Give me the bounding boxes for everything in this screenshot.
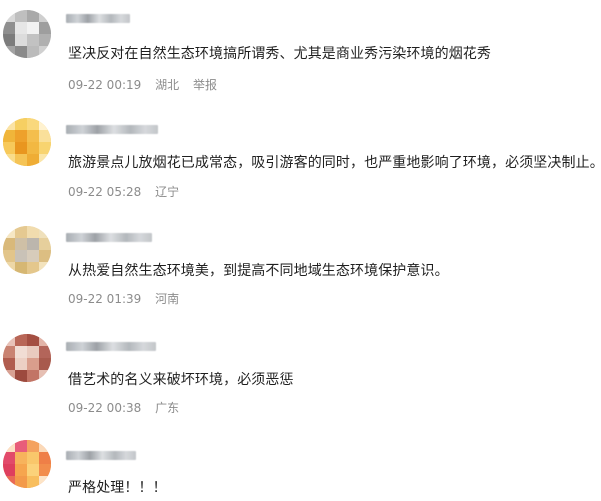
comment-location: 河南 <box>155 292 180 306</box>
avatar[interactable] <box>3 118 51 166</box>
username-redacted[interactable] <box>66 233 152 242</box>
comment-text: 旅游景点儿放烟花已成常态，吸引游客的同时，也严重地影响了环境，必须坚决制止。 <box>68 155 601 171</box>
comment-location: 辽宁 <box>155 185 180 199</box>
avatar[interactable] <box>3 10 51 58</box>
comment-text: 借艺术的名义来破坏环境，必须恶惩 <box>68 372 294 388</box>
comment-location: 广东 <box>155 401 180 415</box>
comment-text: 严格处理！！！ <box>68 480 167 496</box>
comment-meta: 09-22 01:39 河南 <box>68 291 189 307</box>
comment-time: 09-22 01:39 <box>68 292 142 306</box>
comment-item: 坚决反对在自然生态环境搞所谓秀、尤其是商业秀污染环境的烟花秀 09-22 00:… <box>0 0 601 108</box>
comment-time: 09-22 00:38 <box>68 401 142 415</box>
avatar[interactable] <box>3 334 51 382</box>
username-redacted[interactable] <box>66 14 130 23</box>
comment-item: 旅游景点儿放烟花已成常态，吸引游客的同时，也严重地影响了环境，必须坚决制止。 0… <box>0 108 601 216</box>
comment-item: 借艺术的名义来破坏环境，必须恶惩 09-22 00:38 广东 <box>0 324 601 432</box>
comment-meta: 09-22 00:38 广东 <box>68 400 189 416</box>
username-redacted[interactable] <box>66 451 136 460</box>
comment-time: 09-22 05:28 <box>68 185 142 199</box>
comment-item: 从热爱自然生态环境美，到提高不同地域生态环境保护意识。 09-22 01:39 … <box>0 216 601 324</box>
avatar[interactable] <box>3 440 51 488</box>
comment-time: 09-22 00:19 <box>68 78 142 92</box>
comment-list: 坚决反对在自然生态环境搞所谓秀、尤其是商业秀污染环境的烟花秀 09-22 00:… <box>0 0 601 501</box>
comment-location: 湖北 <box>155 78 180 92</box>
comment-meta: 09-22 00:19 湖北 举报 <box>68 77 227 93</box>
comment-meta: 09-22 05:28 辽宁 <box>68 184 189 200</box>
comment-item: 严格处理！！！ <box>0 432 601 501</box>
comment-text: 从热爱自然生态环境美，到提高不同地域生态环境保护意识。 <box>68 263 449 279</box>
username-redacted[interactable] <box>66 125 158 134</box>
report-link[interactable]: 举报 <box>193 78 217 92</box>
avatar[interactable] <box>3 226 51 274</box>
comment-text: 坚决反对在自然生态环境搞所谓秀、尤其是商业秀污染环境的烟花秀 <box>68 46 491 62</box>
username-redacted[interactable] <box>66 342 156 351</box>
